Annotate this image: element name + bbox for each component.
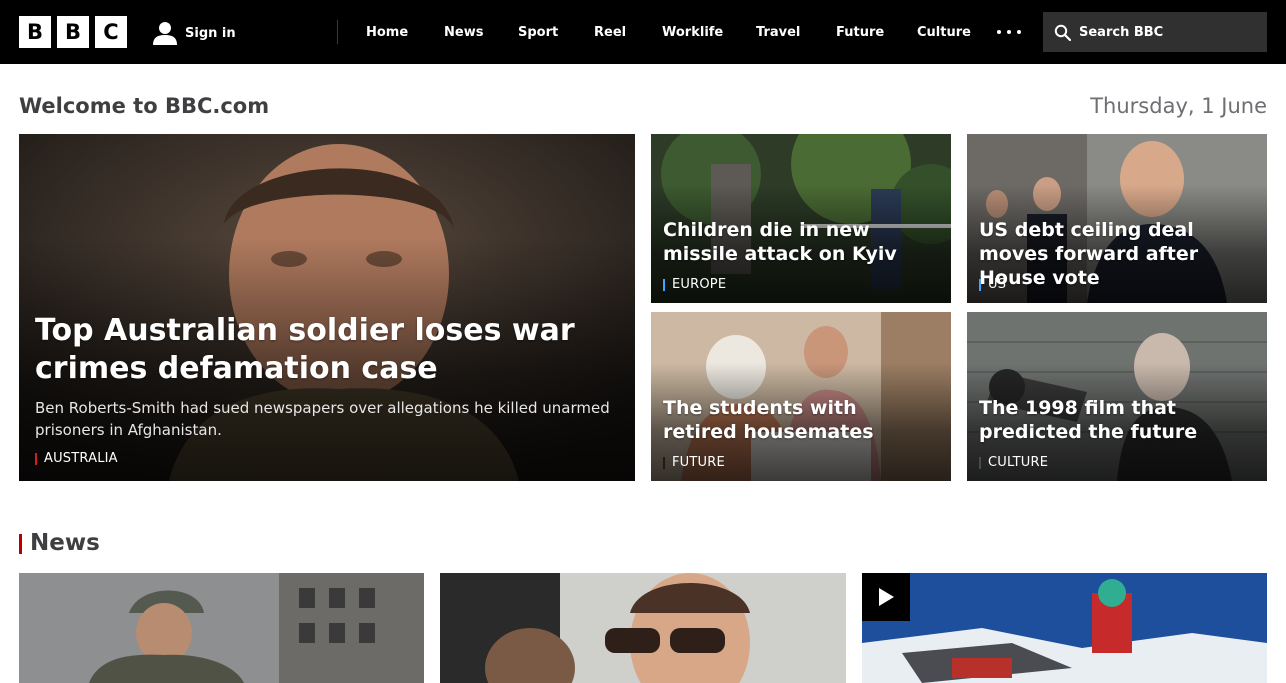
news-section-heading[interactable]: News bbox=[19, 530, 100, 556]
logo-letter-b2: B bbox=[57, 16, 89, 48]
sign-in-button[interactable]: Sign in bbox=[152, 20, 236, 46]
search-icon bbox=[1054, 24, 1071, 41]
promo-kyiv-tag[interactable]: EUROPE bbox=[663, 277, 726, 292]
news-image-1 bbox=[19, 573, 424, 683]
bbc-logo[interactable]: B B C bbox=[19, 16, 127, 48]
promo-main-summary: Ben Roberts-Smith had sued newspapers ov… bbox=[35, 399, 610, 439]
search-placeholder: Search BBC bbox=[1079, 24, 1164, 40]
news-thumbnail-3[interactable] bbox=[862, 573, 1267, 683]
promo-card-students[interactable]: The students with retired housemates FUT… bbox=[651, 312, 951, 481]
nav-worklife[interactable]: Worklife bbox=[662, 0, 723, 64]
welcome-title: Welcome to BBC.com bbox=[19, 94, 270, 118]
promo-students-tag[interactable]: FUTURE bbox=[663, 455, 725, 470]
search-input[interactable]: Search BBC bbox=[1043, 12, 1267, 52]
news-thumbnail-2[interactable] bbox=[440, 573, 846, 683]
promo-students-title[interactable]: The students with retired housemates bbox=[663, 396, 933, 444]
nav-home[interactable]: Home bbox=[366, 0, 408, 64]
nav-culture[interactable]: Culture bbox=[917, 0, 971, 64]
promo-film-title[interactable]: The 1998 film that predicted the future bbox=[979, 396, 1249, 444]
nav-sport[interactable]: Sport bbox=[518, 0, 558, 64]
more-dots-icon[interactable] bbox=[997, 24, 1021, 40]
news-thumbnail-1[interactable] bbox=[19, 573, 424, 683]
promo-card-film[interactable]: The 1998 film that predicted the future … bbox=[967, 312, 1267, 481]
promo-debt-title[interactable]: US debt ceiling deal moves forward after… bbox=[979, 218, 1249, 290]
promo-debt-tag[interactable]: US bbox=[979, 277, 1006, 292]
promo-kyiv-title[interactable]: Children die in new missile attack on Ky… bbox=[663, 218, 933, 266]
promo-main-title[interactable]: Top Australian soldier loses war crimes … bbox=[35, 312, 625, 388]
top-navigation-bar: B B C Sign in Home News Sport Reel Workl… bbox=[0, 0, 1286, 64]
play-icon[interactable] bbox=[862, 573, 910, 621]
promo-card-kyiv[interactable]: Children die in new missile attack on Ky… bbox=[651, 134, 951, 303]
current-date: Thursday, 1 June bbox=[1090, 94, 1267, 118]
user-icon bbox=[153, 22, 177, 45]
nav-reel[interactable]: Reel bbox=[594, 0, 626, 64]
promo-main-tag[interactable]: AUSTRALIA bbox=[35, 451, 118, 466]
nav-divider bbox=[337, 20, 338, 44]
sign-in-label: Sign in bbox=[185, 25, 236, 41]
promo-film-tag[interactable]: CULTURE bbox=[979, 455, 1048, 470]
nav-travel[interactable]: Travel bbox=[756, 0, 800, 64]
logo-letter-c: C bbox=[95, 16, 127, 48]
nav-future[interactable]: Future bbox=[836, 0, 884, 64]
logo-letter-b1: B bbox=[19, 16, 51, 48]
nav-news[interactable]: News bbox=[444, 0, 483, 64]
news-image-2 bbox=[440, 573, 846, 683]
promo-card-debt[interactable]: US debt ceiling deal moves forward after… bbox=[967, 134, 1267, 303]
news-image-3 bbox=[862, 573, 1267, 683]
